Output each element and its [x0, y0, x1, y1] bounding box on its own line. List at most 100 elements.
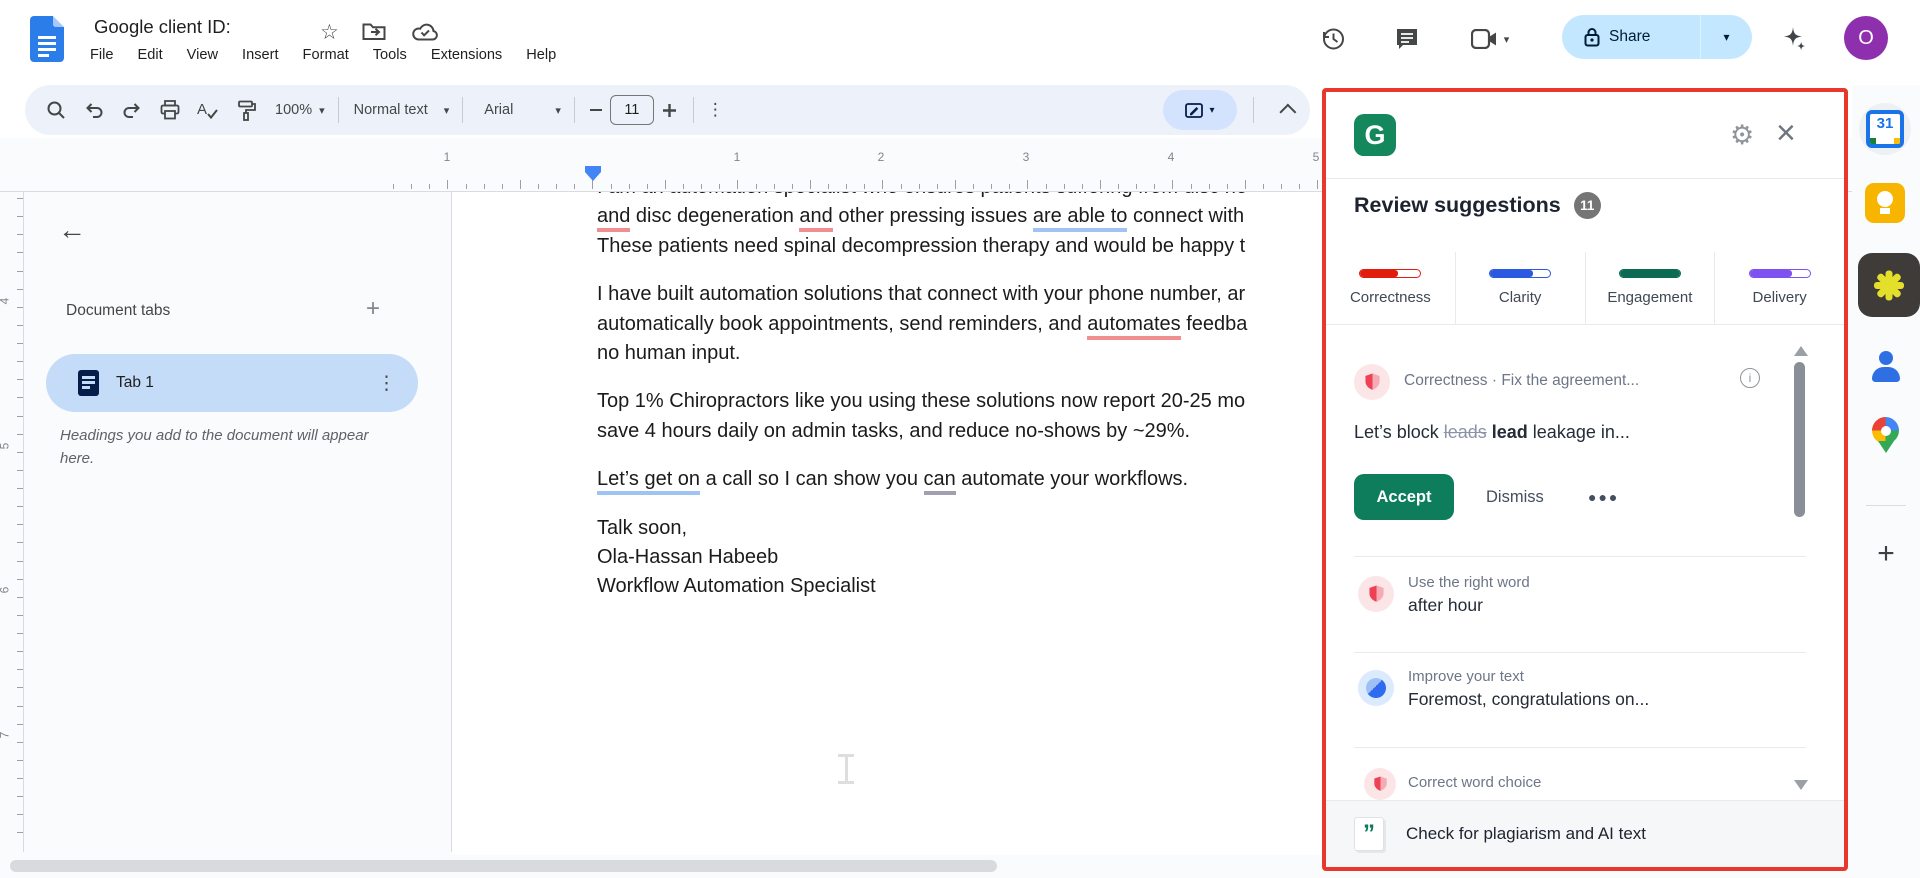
editing-mode-button[interactable]: ▾	[1163, 90, 1237, 130]
suggestion-list-item[interactable]: Improve your text Foremost, congratulati…	[1408, 668, 1649, 710]
text-line: automatically book appointments, send re…	[597, 310, 1334, 339]
suggestion-list-item[interactable]: Correct word choice	[1408, 774, 1541, 791]
document-page[interactable]: I am an automation specialist who ensure…	[452, 150, 1332, 855]
text-segment: I have built automation solutions that c…	[597, 283, 1245, 305]
ruler-number: 3	[1023, 150, 1030, 164]
join-call-icon[interactable]: ▾	[1462, 22, 1518, 56]
more-toolbar-options-icon[interactable]: ⋮	[707, 100, 724, 120]
tab-engagement[interactable]: Engagement	[1585, 252, 1715, 324]
contacts-icon[interactable]	[1866, 347, 1906, 387]
more-options-icon[interactable]: ●●●	[1588, 474, 1619, 520]
info-icon[interactable]: i	[1740, 368, 1760, 388]
join-call-caret-icon[interactable]: ▾	[1504, 33, 1510, 46]
increase-font-size-icon[interactable]	[654, 91, 686, 129]
maps-icon[interactable]	[1866, 415, 1906, 455]
search-menus-icon[interactable]	[37, 91, 75, 129]
star-icon[interactable]: ☆	[320, 20, 339, 45]
google-docs-app: Google client ID: ☆ FileEditViewInsertFo…	[0, 0, 1920, 878]
comments-icon[interactable]	[1390, 22, 1424, 56]
share-dropdown[interactable]: ▾	[1701, 30, 1752, 44]
move-to-folder-icon[interactable]	[362, 22, 386, 41]
menu-item-file[interactable]: File	[78, 44, 126, 66]
lock-icon	[1584, 27, 1600, 47]
text-segment: automate your workflows.	[956, 468, 1188, 490]
suggestion-sentence[interactable]: Let’s block leads lead leakage in...	[1354, 422, 1630, 443]
text-segment: Workflow Automation Specialist	[597, 575, 876, 597]
ruler-number: 2	[878, 150, 885, 164]
share-button[interactable]: Share ▾	[1562, 15, 1752, 59]
tab-clarity[interactable]: Clarity	[1455, 252, 1585, 324]
quote-icon: ”	[1354, 817, 1384, 851]
spelling-check-icon[interactable]: A	[189, 91, 227, 129]
menu-item-insert[interactable]: Insert	[230, 44, 291, 66]
card-category[interactable]: Correctness · Fix the agreement...	[1404, 372, 1639, 390]
menu-item-tools[interactable]: Tools	[361, 44, 419, 66]
plagiarism-check-button[interactable]: ” Check for plagiarism and AI text	[1326, 800, 1844, 867]
settings-gear-icon[interactable]: ⚙	[1730, 120, 1754, 151]
tab-correctness[interactable]: Correctness	[1326, 252, 1455, 324]
document-tabs-sidebar	[24, 192, 452, 852]
font-caret-icon[interactable]: ▾	[555, 104, 561, 117]
accept-button[interactable]: Accept	[1354, 474, 1454, 520]
style-caret-icon[interactable]: ▾	[444, 104, 450, 117]
correctness-progress-pill	[1359, 269, 1421, 278]
paragraph: I have built automation solutions that c…	[597, 280, 1334, 368]
font-size-input[interactable]: 11	[610, 95, 654, 125]
rail-divider	[1866, 505, 1906, 506]
cloud-saved-icon[interactable]	[412, 23, 438, 41]
keep-icon[interactable]	[1865, 183, 1905, 223]
zoom-caret-icon[interactable]: ▾	[319, 104, 325, 117]
get-addons-button[interactable]: +	[1852, 537, 1920, 571]
grammarly-underlined-text: and	[597, 205, 630, 232]
paragraph: Let’s get on a call so I can show you ca…	[597, 465, 1334, 494]
indent-marker[interactable]	[585, 166, 601, 181]
tab-label: Clarity	[1499, 289, 1542, 306]
grammarly-logo: G	[1354, 114, 1396, 156]
grammarly-underlined-text: Let’s get on	[597, 468, 700, 495]
zoom-select[interactable]: 100%	[275, 102, 312, 118]
scroll-down-icon[interactable]	[1794, 780, 1808, 790]
grammarly-underlined-text: are able to	[1033, 205, 1128, 232]
google-docs-logo[interactable]	[30, 16, 64, 62]
print-icon[interactable]	[151, 91, 189, 129]
hide-menus-button[interactable]	[1270, 104, 1310, 116]
menu-item-edit[interactable]: Edit	[126, 44, 175, 66]
menu-item-view[interactable]: View	[175, 44, 230, 66]
vertical-ruler[interactable]: 4567	[0, 192, 24, 852]
horizontal-scrollbar[interactable]	[10, 860, 997, 872]
grammarly-underlined-text: and	[799, 205, 832, 232]
menu-item-help[interactable]: Help	[514, 44, 568, 66]
document-title[interactable]: Google client ID:	[94, 16, 231, 38]
grammarly-addon-icon[interactable]	[1858, 253, 1920, 317]
text-segment: connect with	[1127, 205, 1244, 227]
replacement-word: lead	[1492, 422, 1528, 442]
version-history-icon[interactable]	[1316, 22, 1350, 56]
ruler-number: 5	[0, 443, 11, 450]
suggestion-category-tabs: Correctness Clarity EngagementDelivery	[1326, 252, 1844, 325]
menu-item-extensions[interactable]: Extensions	[419, 44, 514, 66]
paint-format-icon[interactable]	[227, 91, 265, 129]
menu-bar: FileEditViewInsertFormatToolsExtensionsH…	[78, 44, 568, 66]
close-panel-icon[interactable]: ×	[1776, 114, 1796, 153]
gemini-sparkle-icon[interactable]	[1776, 22, 1810, 56]
paragraph: Talk soon,Ola-Hassan HabeebWorkflow Auto…	[597, 514, 1334, 602]
account-avatar[interactable]: O	[1844, 16, 1888, 60]
undo-icon[interactable]	[75, 91, 113, 129]
engagement-progress-pill	[1619, 269, 1681, 278]
ruler-number: 1	[734, 150, 741, 164]
text-line: I have built automation solutions that c…	[597, 280, 1334, 309]
document-text[interactable]: I am an automation specialist who ensure…	[597, 173, 1334, 621]
editing-pen-icon	[1185, 101, 1203, 119]
dismiss-button[interactable]: Dismiss	[1486, 474, 1544, 520]
scroll-up-icon[interactable]	[1794, 346, 1808, 356]
menu-item-format[interactable]: Format	[291, 44, 361, 66]
suggestion-list-item[interactable]: Use the right word after hour	[1408, 574, 1530, 616]
text-line: no human input.	[597, 339, 1334, 368]
paragraph-style-select[interactable]: Normal text	[354, 102, 428, 118]
font-select[interactable]: Arial	[484, 102, 513, 118]
decrease-font-size-icon[interactable]	[582, 91, 610, 129]
redo-icon[interactable]	[113, 91, 151, 129]
panel-scrollbar[interactable]	[1794, 362, 1805, 517]
tab-delivery[interactable]: Delivery	[1714, 252, 1844, 324]
calendar-icon[interactable]: 31	[1859, 103, 1911, 155]
